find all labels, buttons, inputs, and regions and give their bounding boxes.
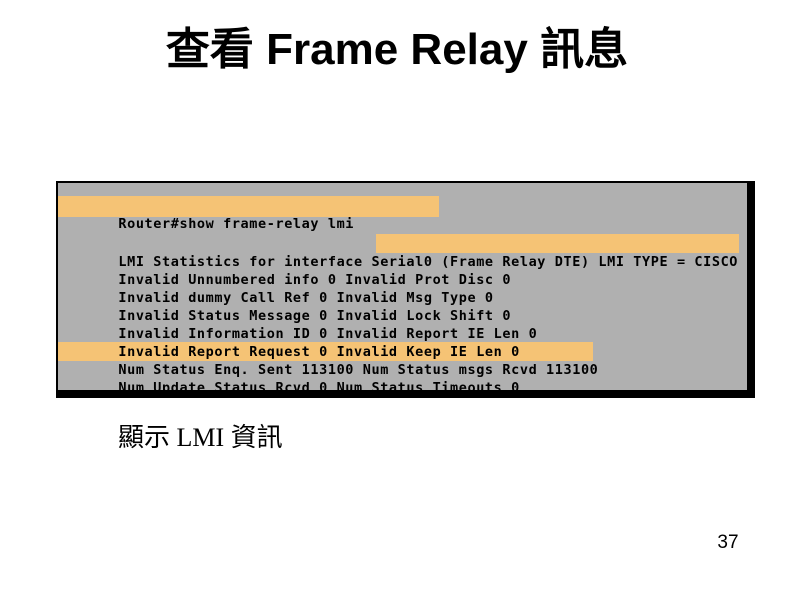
terminal-command-line[interactable]: Router#show frame-relay lmi bbox=[58, 197, 439, 232]
terminal-output-area: Router#show frame-relay lmi LMI Statisti… bbox=[58, 183, 747, 396]
terminal-output-text: Invalid dummy Call Ref 0 Invalid Msg Typ… bbox=[118, 290, 494, 306]
page-number: 37 bbox=[717, 532, 739, 553]
terminal-output-text: Invalid Status Message 0 Invalid Lock Sh… bbox=[118, 308, 512, 324]
slide-caption: 顯示 LMI 資訊 bbox=[118, 423, 283, 452]
terminal-output-text: LMI Statistics for interface Serial0 (Fr… bbox=[118, 254, 739, 270]
terminal-panel: Router#show frame-relay lmi LMI Statisti… bbox=[56, 181, 755, 398]
terminal-output-line: LMI Statistics for interface Serial0 (Fr… bbox=[66, 235, 738, 270]
terminal-output-text: Num Update Status Rcvd 0 Num Status Time… bbox=[118, 380, 520, 396]
terminal-output-text: Invalid Unnumbered info 0 Invalid Prot D… bbox=[118, 272, 512, 288]
terminal-command-text: Router#show frame-relay lmi bbox=[118, 216, 355, 232]
page-title: 查看 Frame Relay 訊息 bbox=[165, 25, 629, 74]
terminal-output-text: Invalid Report Request 0 Invalid Keep IE… bbox=[118, 344, 520, 360]
terminal-output-text: Invalid Information ID 0 Invalid Report … bbox=[118, 326, 538, 342]
terminal-output-text: Num Status Enq. Sent 113100 Num Status m… bbox=[118, 362, 599, 378]
